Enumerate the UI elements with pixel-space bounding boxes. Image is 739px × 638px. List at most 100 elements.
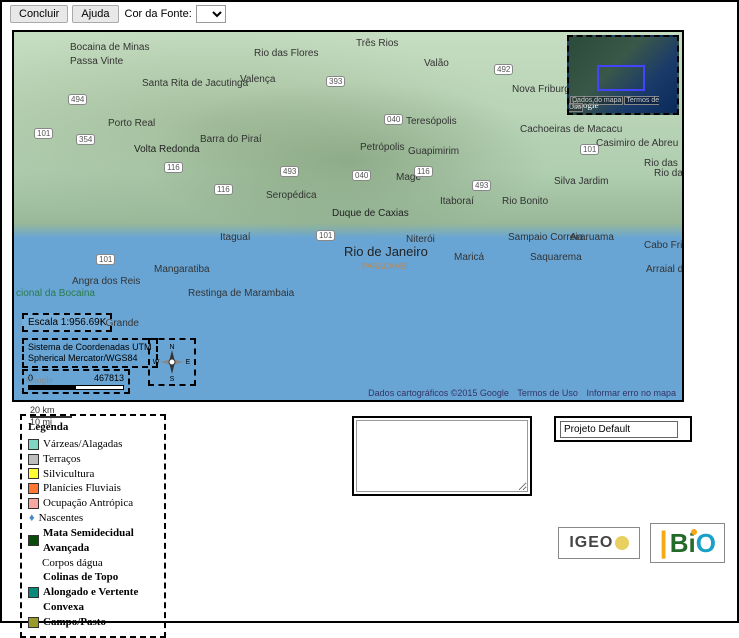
road-101c: 101: [34, 128, 53, 139]
map-erro-link[interactable]: Informar erro no mapa: [586, 388, 676, 398]
swatch-icon: [28, 587, 39, 598]
road-101b: 101: [580, 144, 599, 155]
legend-item: Silvicultura: [28, 467, 158, 482]
description-textarea[interactable]: [356, 420, 528, 492]
swatch-icon: [28, 439, 39, 450]
swatch-icon: [28, 498, 39, 509]
legend-label: Terraços: [43, 452, 81, 467]
compass-box[interactable]: N S W E: [148, 338, 196, 386]
city-duque-caxias: Duque de Caxias: [332, 208, 409, 219]
swatch-icon: [28, 617, 39, 628]
concluir-button[interactable]: Concluir: [10, 5, 68, 23]
city-valao: Valão: [424, 58, 449, 69]
legend-label: Silvicultura: [43, 467, 94, 482]
description-box: [352, 416, 532, 496]
ajuda-button[interactable]: Ajuda: [72, 5, 118, 23]
road-101d: 101: [96, 254, 115, 265]
legend-item: Colinas de Topo Alongado e Vertente Conv…: [28, 570, 158, 615]
city-rio-bonito: Rio Bonito: [502, 196, 548, 207]
map-attribution: Dados cartográficos ©2015 Google: [368, 388, 509, 398]
legend-label: Colinas de Topo Alongado e Vertente Conv…: [43, 570, 158, 615]
road-116c: 116: [414, 166, 433, 177]
road-040: 040: [352, 170, 371, 181]
city-santa-rita: Santa Rita de Jacutinga: [142, 78, 248, 89]
logos: IGEO | B i O: [558, 523, 725, 563]
font-color-label: Cor da Fonte:: [125, 8, 192, 20]
magnifier-icon: [615, 536, 629, 550]
city-guapimirim: Guapimirim: [408, 146, 459, 157]
road-040b: 040: [384, 114, 403, 125]
svg-text:E: E: [186, 359, 191, 366]
city-itaborai: Itaboraí: [440, 196, 474, 207]
city-cabo-frio: Cabo Frio: [644, 240, 684, 251]
crs-line2: Spherical Mercator/WGS84: [28, 353, 152, 364]
city-bocaina: Bocaina de Minas: [70, 42, 150, 53]
legend-item: Corpos dágua: [28, 556, 158, 571]
city-tres-rios: Três Rios: [356, 38, 398, 49]
google-logo-text: Google: [26, 376, 68, 386]
road-101a: 101: [316, 230, 335, 241]
city-restinga: Restinga de Marambaia: [188, 288, 294, 299]
city-marica: Maricá: [454, 252, 484, 263]
legend-label: Nascentes: [39, 511, 84, 526]
legend-label: Ocupação Antrópica: [43, 496, 133, 511]
droplet-icon: ♦: [29, 511, 35, 526]
city-mangaratiba: Mangaratiba: [154, 264, 210, 275]
font-color-select[interactable]: [196, 5, 226, 23]
city-sampaio: Sampaio Correia: [508, 232, 583, 243]
park-bocaina: cional da Bocaina: [16, 288, 95, 299]
city-cachoeiras: Cachoeiras de Macacu: [520, 124, 622, 135]
road-354: 354: [76, 134, 95, 145]
scale-text-box[interactable]: Escala 1:956.69K: [22, 313, 112, 332]
project-box: [554, 416, 692, 442]
legend[interactable]: Legenda Várzeas/Alagadas Terraços Silvic…: [20, 414, 166, 638]
road-393: 393: [326, 76, 345, 87]
city-ostras: Rio das Ostras: [654, 168, 684, 179]
city-paracambi: PARACAMBI: [362, 262, 409, 271]
toolbar: Concluir Ajuda Cor da Fonte:: [2, 2, 737, 26]
map-footer: Dados cartográficos ©2015 Google Termos …: [362, 388, 676, 398]
city-saquarema: Saquarema: [530, 252, 582, 263]
crs-box[interactable]: Sistema de Coordenadas UTM Spherical Mer…: [22, 338, 158, 368]
minimap[interactable]: Google Dados do mapaTermos de Uso: [567, 35, 679, 115]
city-rio-de-janeiro: Rio de Janeiro: [344, 244, 428, 259]
road-493b: 493: [472, 180, 491, 191]
svg-text:S: S: [170, 376, 175, 382]
city-itaguai: Itaguaí: [220, 232, 251, 243]
compass-rose-icon: N S W E: [152, 342, 192, 382]
city-teresopolis: Teresópolis: [406, 116, 457, 127]
ibio-i: i: [689, 530, 696, 556]
project-name-input[interactable]: [560, 421, 678, 438]
city-niteroi: Niterói: [406, 234, 435, 245]
city-porto-real: Porto Real: [108, 118, 155, 129]
logo-igeo: IGEO: [558, 527, 640, 559]
legend-item: Terraços: [28, 452, 158, 467]
city-volta-redonda: Volta Redonda: [134, 144, 200, 155]
legend-item: Campo/Pasto: [28, 615, 158, 630]
city-barra-pirai: Barra do Piraí: [200, 134, 262, 145]
city-silva-jardim: Silva Jardim: [554, 176, 608, 187]
minimap-viewport[interactable]: [597, 65, 645, 91]
crs-line1: Sistema de Coordenadas UTM: [28, 342, 152, 353]
legend-label: Planícies Fluviais: [43, 481, 121, 496]
city-valenca: Valença: [240, 74, 275, 85]
ibio-o: O: [696, 530, 716, 556]
legend-label: Mata Semidecidual Avançada: [43, 526, 158, 556]
legend-label: Várzeas/Alagadas: [43, 437, 122, 452]
legend-item: Ocupação Antrópica: [28, 496, 158, 511]
legend-item: Mata Semidecidual Avançada: [28, 526, 158, 556]
legend-label: Campo/Pasto: [43, 615, 106, 630]
swatch-icon: [28, 468, 39, 479]
map[interactable]: Bocaina de Minas Passa Vinte Rio das Flo…: [12, 30, 684, 402]
legend-label: Corpos dágua: [42, 556, 103, 571]
legend-item: Planícies Fluviais: [28, 481, 158, 496]
map-termos-link[interactable]: Termos de Uso: [517, 388, 578, 398]
scalebar-right: 467813: [94, 373, 124, 383]
ibio-b: B: [670, 530, 689, 556]
legend-title: Legenda: [28, 420, 158, 435]
city-seropedica: Seropédica: [266, 190, 317, 201]
svg-text:N: N: [169, 344, 174, 351]
igeo-text: IGEO: [569, 534, 613, 552]
city-passa-vinte: Passa Vinte: [70, 56, 123, 67]
city-petropolis: Petrópolis: [360, 142, 404, 153]
